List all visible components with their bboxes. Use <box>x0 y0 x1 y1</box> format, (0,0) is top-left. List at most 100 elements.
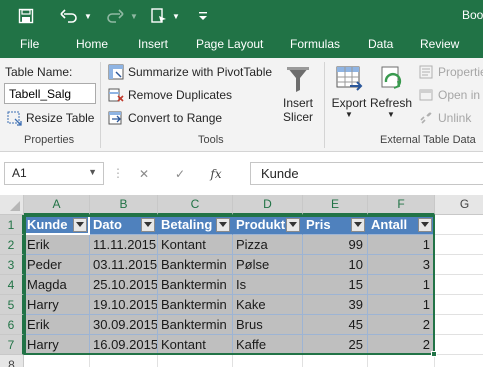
properties-button[interactable]: Propertie <box>418 62 483 82</box>
table-cell[interactable]: 16.09.2015 <box>90 335 158 355</box>
empty-cell[interactable] <box>435 235 483 255</box>
column-header-g[interactable]: G <box>435 195 483 215</box>
filter-dropdown-icon[interactable] <box>351 218 365 232</box>
name-box[interactable]: A1 ▼ <box>4 162 104 185</box>
empty-cell[interactable] <box>158 355 233 367</box>
table-cell[interactable]: 99 <box>303 235 368 255</box>
unlink-button[interactable]: Unlink <box>418 108 471 128</box>
empty-cell[interactable] <box>233 355 303 367</box>
open-in-browser-button[interactable]: Open in B <box>418 85 483 105</box>
empty-cell[interactable] <box>368 355 435 367</box>
column-header-c[interactable]: C <box>158 195 233 215</box>
formula-input[interactable]: Kunde <box>250 162 483 185</box>
empty-cell[interactable] <box>90 355 158 367</box>
table-cell[interactable]: 15 <box>303 275 368 295</box>
table-header-cell[interactable]: Dato <box>90 215 158 235</box>
table-header-cell[interactable]: Pris <box>303 215 368 235</box>
insert-slicer-button[interactable]: Insert Slicer <box>278 64 318 124</box>
table-cell[interactable]: 11.11.2015 <box>90 235 158 255</box>
customize-icon[interactable] <box>148 4 170 28</box>
customize-dropdown-icon[interactable]: ▼ <box>170 4 182 28</box>
column-header-b[interactable]: B <box>90 195 158 215</box>
empty-cell[interactable] <box>435 355 483 367</box>
filter-dropdown-icon[interactable] <box>141 218 155 232</box>
row-header-4[interactable]: 4 <box>0 275 24 295</box>
table-cell[interactable]: 1 <box>368 295 435 315</box>
insert-function-icon[interactable]: fx <box>198 167 234 181</box>
tab-file[interactable]: File <box>20 37 39 51</box>
tab-insert[interactable]: Insert <box>138 37 168 51</box>
table-cell[interactable]: 39 <box>303 295 368 315</box>
empty-cell[interactable] <box>24 355 90 367</box>
table-cell[interactable]: 03.11.2015 <box>90 255 158 275</box>
table-cell[interactable]: Pizza <box>233 235 303 255</box>
qat-more-icon[interactable] <box>196 4 210 28</box>
table-cell[interactable]: 45 <box>303 315 368 335</box>
table-cell[interactable]: 25.10.2015 <box>90 275 158 295</box>
remove-duplicates-button[interactable]: Remove Duplicates <box>108 85 232 105</box>
empty-cell[interactable] <box>435 295 483 315</box>
table-cell[interactable]: Harry <box>24 295 90 315</box>
table-cell[interactable]: 2 <box>368 315 435 335</box>
table-cell[interactable]: 30.09.2015 <box>90 315 158 335</box>
column-header-e[interactable]: E <box>303 195 368 215</box>
table-cell[interactable]: Kake <box>233 295 303 315</box>
table-cell[interactable]: 25 <box>303 335 368 355</box>
refresh-button[interactable]: Refresh ▼ <box>370 64 412 119</box>
filter-dropdown-icon[interactable] <box>286 218 300 232</box>
select-all-corner[interactable] <box>0 195 24 215</box>
empty-cell[interactable] <box>435 335 483 355</box>
table-cell[interactable]: 1 <box>368 235 435 255</box>
empty-cell[interactable] <box>435 215 483 235</box>
table-header-cell[interactable]: Antall <box>368 215 435 235</box>
empty-cell[interactable] <box>435 255 483 275</box>
table-cell[interactable]: Brus <box>233 315 303 335</box>
table-cell[interactable]: 3 <box>368 255 435 275</box>
table-cell[interactable]: Pølse <box>233 255 303 275</box>
convert-to-range-button[interactable]: Convert to Range <box>108 108 222 128</box>
filter-dropdown-icon[interactable] <box>73 218 87 232</box>
row-header-8[interactable]: 8 <box>0 355 24 367</box>
empty-cell[interactable] <box>435 315 483 335</box>
tab-formulas[interactable]: Formulas <box>290 37 340 51</box>
table-cell[interactable]: Erik <box>24 315 90 335</box>
tab-data[interactable]: Data <box>368 37 393 51</box>
filter-dropdown-icon[interactable] <box>216 218 230 232</box>
filter-dropdown-icon[interactable] <box>418 218 432 232</box>
column-header-a[interactable]: A <box>24 195 90 215</box>
table-cell[interactable]: Magda <box>24 275 90 295</box>
empty-cell[interactable] <box>303 355 368 367</box>
row-header-7[interactable]: 7 <box>0 335 24 355</box>
table-cell[interactable]: Harry <box>24 335 90 355</box>
table-cell[interactable]: Kontant <box>158 235 233 255</box>
export-button[interactable]: Export ▼ <box>328 64 370 119</box>
table-cell[interactable]: Kaffe <box>233 335 303 355</box>
column-header-d[interactable]: D <box>233 195 303 215</box>
tab-review[interactable]: Review <box>420 37 459 51</box>
table-cell[interactable]: Is <box>233 275 303 295</box>
row-header-2[interactable]: 2 <box>0 235 24 255</box>
tab-home[interactable]: Home <box>76 37 108 51</box>
table-header-cell[interactable]: Betaling <box>158 215 233 235</box>
redo-dropdown-icon[interactable]: ▼ <box>128 4 140 28</box>
table-cell[interactable]: 2 <box>368 335 435 355</box>
save-icon[interactable] <box>14 4 38 28</box>
table-cell[interactable]: Banktermin <box>158 275 233 295</box>
empty-cell[interactable] <box>435 275 483 295</box>
table-name-input[interactable] <box>4 83 96 104</box>
table-cell[interactable]: 10 <box>303 255 368 275</box>
undo-dropdown-icon[interactable]: ▼ <box>82 4 94 28</box>
redo-icon[interactable] <box>104 4 126 28</box>
resize-table-button[interactable]: Resize Table <box>6 108 94 128</box>
table-cell[interactable]: 19.10.2015 <box>90 295 158 315</box>
table-cell[interactable]: Banktermin <box>158 255 233 275</box>
table-cell[interactable]: Kontant <box>158 335 233 355</box>
row-header-6[interactable]: 6 <box>0 315 24 335</box>
table-cell[interactable]: Banktermin <box>158 295 233 315</box>
name-box-dropdown-icon[interactable]: ▼ <box>88 167 97 177</box>
table-cell[interactable]: Banktermin <box>158 315 233 335</box>
table-cell[interactable]: Erik <box>24 235 90 255</box>
row-header-1[interactable]: 1 <box>0 215 24 235</box>
tab-page-layout[interactable]: Page Layout <box>196 37 263 51</box>
column-header-f[interactable]: F <box>368 195 435 215</box>
